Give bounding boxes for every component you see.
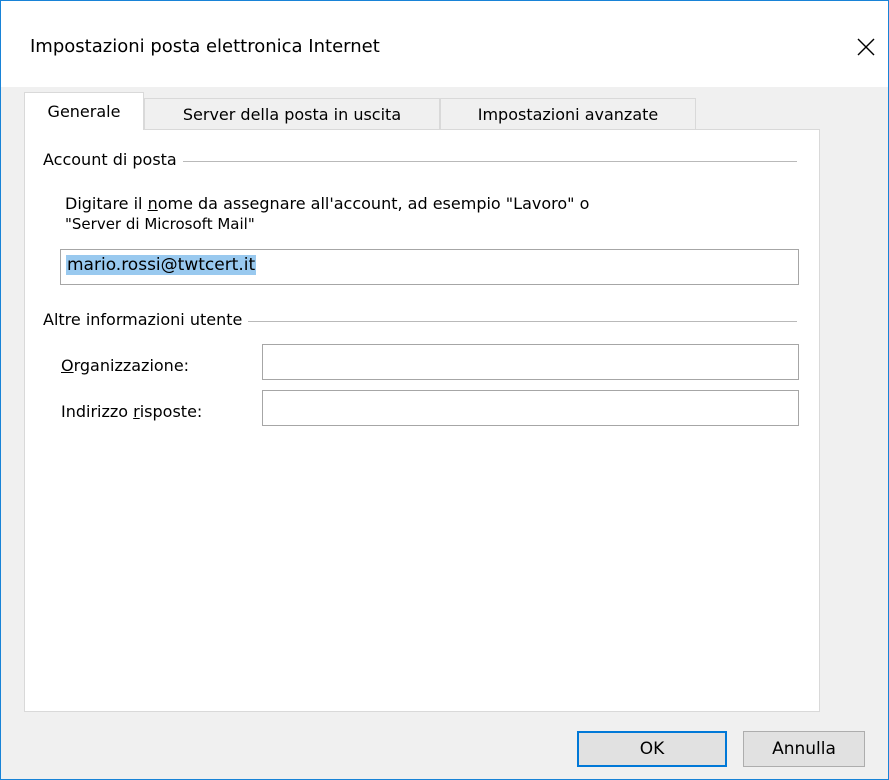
ok-button-label: OK bbox=[639, 739, 665, 759]
account-name-description-line2: "Server di Microsoft Mail" bbox=[65, 215, 255, 233]
tab-panel-general: Account di posta Digitare il nome da ass… bbox=[24, 129, 820, 712]
reply-label-text-2: isposte: bbox=[139, 402, 203, 421]
description-mnemonic: n bbox=[147, 194, 158, 213]
reply-address-label: Indirizzo risposte: bbox=[61, 402, 202, 421]
cancel-button-label: Annulla bbox=[772, 739, 836, 759]
account-group-title: Account di posta bbox=[43, 150, 183, 169]
account-name-input[interactable]: mario.rossi@twtcert.it bbox=[60, 249, 799, 285]
tab-general-label: Generale bbox=[47, 102, 121, 121]
ok-button[interactable]: OK bbox=[577, 731, 727, 767]
tab-advanced-settings-label: Impostazioni avanzate bbox=[477, 105, 659, 124]
account-name-description-line1: Digitare il nome da assegnare all'accoun… bbox=[65, 194, 765, 214]
cancel-button[interactable]: Annulla bbox=[743, 731, 865, 767]
organization-label: Organizzazione: bbox=[61, 356, 189, 375]
organization-mnemonic: O bbox=[61, 356, 74, 375]
reply-label-text-1: Indirizzo bbox=[61, 402, 134, 421]
description-text-1: Digitare il bbox=[65, 194, 148, 213]
reply-mnemonic: r bbox=[133, 402, 140, 421]
tab-outgoing-server-label: Server della posta in uscita bbox=[182, 105, 402, 124]
reply-address-input[interactable] bbox=[262, 390, 799, 426]
description-text-2: ome da assegnare all'account, ad esempio… bbox=[157, 194, 590, 213]
tab-general[interactable]: Generale bbox=[24, 92, 144, 130]
user-info-group-title: Altre informazioni utente bbox=[43, 310, 249, 329]
tab-advanced-settings[interactable]: Impostazioni avanzate bbox=[440, 98, 696, 130]
organization-input[interactable] bbox=[262, 344, 799, 380]
close-icon bbox=[857, 38, 875, 56]
window-title: Impostazioni posta elettronica Internet bbox=[30, 36, 380, 57]
email-settings-dialog: Impostazioni posta elettronica Internet … bbox=[0, 0, 889, 780]
organization-label-text: rganizzazione: bbox=[73, 356, 190, 375]
account-name-value: mario.rossi@twtcert.it bbox=[66, 255, 257, 275]
account-name-description: Digitare il nome da assegnare all'accoun… bbox=[65, 194, 765, 234]
title-bar: Impostazioni posta elettronica Internet bbox=[1, 1, 888, 87]
close-button[interactable] bbox=[844, 27, 888, 67]
tab-outgoing-server[interactable]: Server della posta in uscita bbox=[144, 98, 440, 130]
